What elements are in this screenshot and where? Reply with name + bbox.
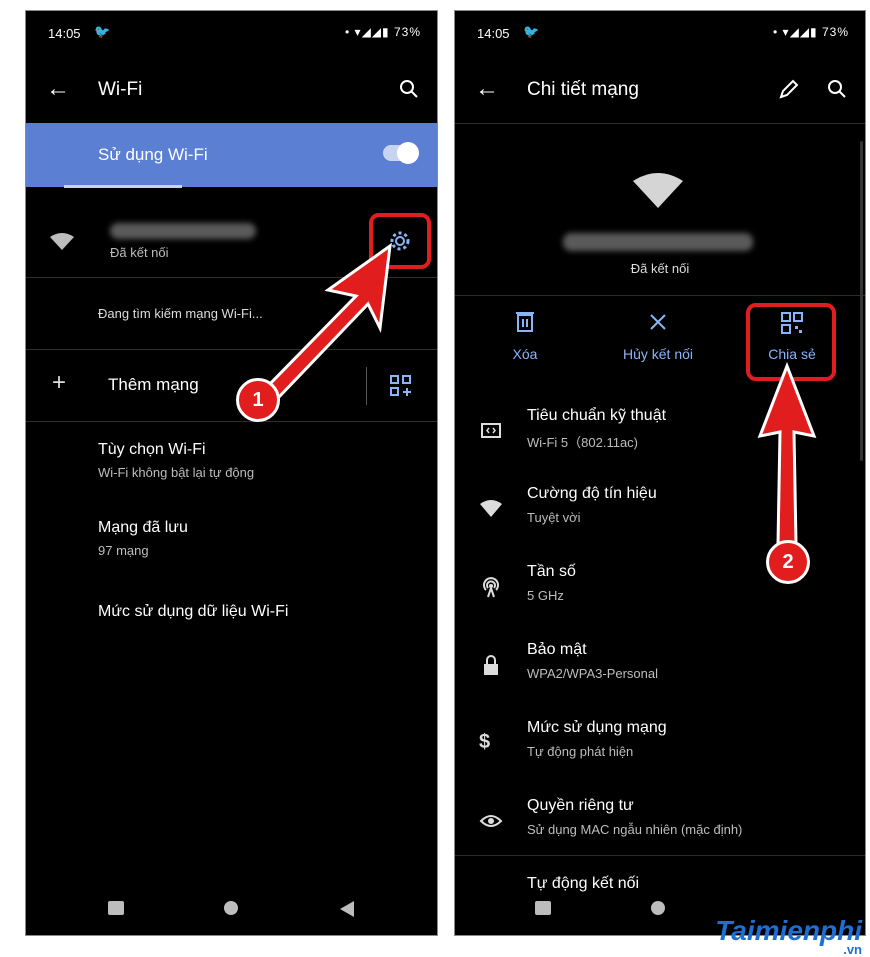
toggle-knob bbox=[397, 142, 419, 164]
list-item-title: Tùy chọn Wi-Fi bbox=[98, 441, 206, 458]
status-time: 14:05 bbox=[477, 26, 510, 41]
recents-icon[interactable] bbox=[108, 901, 124, 915]
list-item-title: Mạng đã lưu bbox=[98, 519, 188, 536]
lock-icon bbox=[484, 655, 498, 675]
app-bar: ← Wi-Fi bbox=[26, 67, 437, 123]
status-icons: • ▾◢◢▮ 73% bbox=[345, 25, 421, 39]
battery-level: 73% bbox=[821, 25, 849, 39]
detail-value: WPA2/WPA3-Personal bbox=[527, 666, 659, 681]
detail-row-metered: $ Mức sử dụng mạng Tự động phát hiện bbox=[455, 711, 865, 787]
divider bbox=[455, 855, 865, 856]
detail-title: Tiêu chuẩn kỹ thuật bbox=[527, 407, 667, 424]
detail-value: Sử dụng MAC ngẫu nhiên (mặc định) bbox=[527, 822, 743, 837]
search-icon[interactable] bbox=[397, 77, 421, 101]
delete-label: Xóa bbox=[512, 346, 538, 362]
list-item-subtitle: 97 mạng bbox=[98, 543, 149, 558]
detail-title: Quyền riêng tư bbox=[527, 797, 634, 814]
use-wifi-label: Sử dụng Wi-Fi bbox=[98, 145, 208, 164]
back-nav-icon[interactable] bbox=[340, 901, 356, 917]
wifi-signal-large-icon bbox=[633, 173, 683, 208]
recents-icon[interactable] bbox=[535, 901, 551, 915]
detail-value: Wi-Fi 5（802.11ac) bbox=[527, 435, 639, 450]
detail-row-privacy: Quyền riêng tư Sử dụng MAC ngẫu nhiên (m… bbox=[455, 789, 865, 865]
twitter-icon: 🐦 bbox=[94, 24, 111, 39]
detail-value: Tự động phát hiện bbox=[527, 744, 634, 759]
page-title: Wi-Fi bbox=[98, 79, 143, 100]
detail-value: Tuyệt vời bbox=[527, 510, 581, 525]
app-bar: ← Chi tiết mạng bbox=[455, 67, 865, 123]
watermark-logo: Taimienphi .vn bbox=[715, 915, 862, 957]
detail-title: Bảo mật bbox=[527, 641, 587, 658]
trash-icon bbox=[516, 312, 534, 332]
status-icons: • ▾◢◢▮ 73% bbox=[773, 25, 849, 39]
detail-title: Mức sử dụng mạng bbox=[527, 719, 667, 736]
pencil-icon[interactable] bbox=[777, 77, 801, 101]
disconnect-button[interactable]: Hủy kết nối bbox=[603, 307, 713, 362]
home-icon[interactable] bbox=[224, 901, 238, 915]
list-item-title: Mức sử dụng dữ liệu Wi-Fi bbox=[98, 603, 289, 620]
status-bar: 14:05 🐦 • ▾◢◢▮ 73% bbox=[455, 11, 865, 51]
signal-icon bbox=[480, 500, 502, 517]
status-bar: 14:05 🐦 • ▾◢◢▮ 73% bbox=[26, 11, 437, 51]
back-arrow-icon[interactable]: ← bbox=[475, 75, 499, 103]
list-item-wifi-preferences[interactable]: Tùy chọn Wi-Fi Wi-Fi không bật lại tự độ… bbox=[26, 439, 437, 499]
delete-button[interactable]: Xóa bbox=[470, 307, 580, 362]
nav-bar bbox=[26, 887, 437, 935]
scrollbar[interactable] bbox=[860, 141, 863, 461]
privacy-icon bbox=[479, 815, 503, 827]
list-item-saved-networks[interactable]: Mạng đã lưu 97 mạng bbox=[26, 517, 437, 577]
back-arrow-icon[interactable]: ← bbox=[46, 75, 70, 103]
network-name-blurred bbox=[110, 223, 256, 239]
frequency-icon bbox=[483, 577, 499, 598]
wifi-toggle-switch[interactable] bbox=[383, 142, 419, 164]
step-badge-1: 1 bbox=[236, 378, 280, 422]
list-item-wifi-data-usage[interactable]: Mức sử dụng dữ liệu Wi-Fi bbox=[26, 601, 437, 641]
dollar-icon: $ bbox=[479, 731, 491, 753]
search-icon[interactable] bbox=[825, 77, 849, 101]
step-badge-2: 2 bbox=[766, 540, 810, 584]
left-phone-screen: 14:05 🐦 • ▾◢◢▮ 73% ← Wi-Fi Sử dụng Wi-Fi… bbox=[25, 10, 438, 936]
status-time: 14:05 bbox=[48, 26, 81, 41]
add-network-label: Thêm mạng bbox=[108, 375, 199, 394]
connected-status: Đã kết nối bbox=[630, 261, 690, 276]
wifi-standard-icon bbox=[481, 423, 501, 438]
disconnect-label: Hủy kết nối bbox=[622, 346, 694, 362]
divider bbox=[455, 123, 865, 124]
progress-indicator bbox=[64, 185, 182, 188]
detail-title: Cường độ tín hiệu bbox=[527, 485, 657, 502]
detail-value: 5 GHz bbox=[527, 588, 564, 603]
page-title: Chi tiết mạng bbox=[527, 79, 639, 100]
network-name-blurred bbox=[563, 233, 753, 251]
divider bbox=[26, 421, 437, 422]
detail-row-security: Bảo mật WPA2/WPA3-Personal bbox=[455, 633, 865, 709]
home-icon[interactable] bbox=[651, 901, 665, 915]
wifi-icon bbox=[50, 233, 74, 250]
twitter-icon: 🐦 bbox=[523, 24, 540, 39]
close-icon bbox=[650, 314, 666, 330]
list-item-subtitle: Wi-Fi không bật lại tự động bbox=[98, 465, 255, 480]
detail-title: Tần số bbox=[527, 563, 576, 580]
annotation-arrow-2 bbox=[757, 362, 817, 546]
watermark-brand: Taimienphi bbox=[715, 915, 862, 946]
battery-level: 73% bbox=[393, 25, 421, 39]
divider bbox=[455, 295, 865, 296]
plus-icon: + bbox=[52, 369, 67, 396]
watermark-tld: .vn bbox=[843, 942, 862, 957]
use-wifi-toggle-row[interactable]: Sử dụng Wi-Fi bbox=[26, 123, 437, 187]
connected-status: Đã kết nối bbox=[110, 245, 169, 260]
